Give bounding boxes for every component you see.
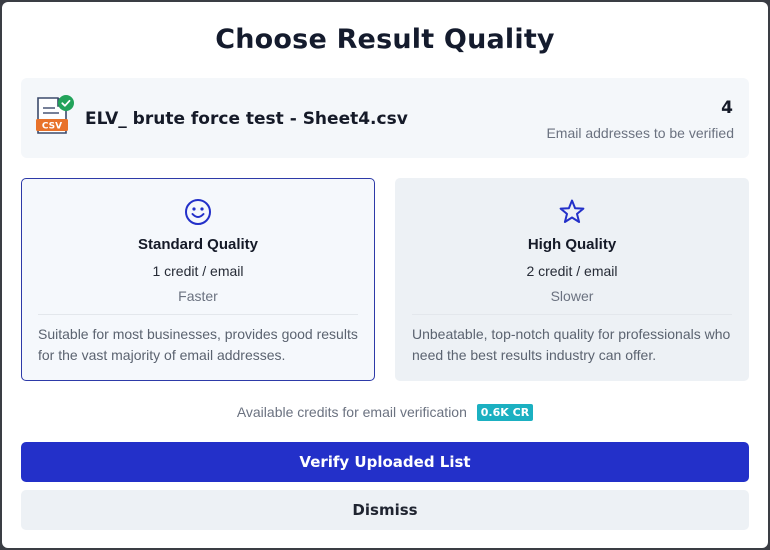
available-credits: Available credits for email verification…	[2, 404, 768, 421]
file-summary-card: CSV ELV_ brute force test - Sheet4.csv 4…	[21, 78, 749, 158]
standard-quality-option[interactable]: Standard Quality 1 credit / email Faster…	[21, 178, 375, 381]
csv-icon-label: CSV	[42, 122, 62, 132]
star-icon	[559, 199, 585, 223]
dismiss-button[interactable]: Dismiss	[21, 490, 749, 530]
option-description: Unbeatable, top-notch quality for profes…	[412, 326, 731, 363]
verify-uploaded-list-button[interactable]: Verify Uploaded List	[21, 442, 749, 482]
file-name: ELV_ brute force test - Sheet4.csv	[85, 109, 408, 129]
available-credits-label: Available credits for email verification	[236, 404, 467, 420]
csv-file-icon: CSV	[36, 95, 74, 134]
option-description: Suitable for most businesses, provides g…	[38, 326, 358, 363]
credit-badge: 0.6K CR	[476, 404, 534, 421]
option-divider	[412, 314, 732, 315]
email-count-label: Email addresses to be verified	[546, 125, 734, 141]
option-title: High Quality	[527, 236, 617, 253]
option-speed: Slower	[550, 288, 594, 304]
option-credit: 2 credit / email	[526, 263, 618, 279]
high-quality-option[interactable]: High Quality 2 credit / email Slower Unb…	[395, 178, 749, 381]
option-divider	[38, 314, 358, 315]
modal-title: Choose Result Quality	[215, 24, 555, 55]
option-speed: Faster	[178, 288, 218, 304]
option-title: Standard Quality	[137, 236, 259, 253]
quality-modal: Choose Result Quality CSV ELV_ brute for…	[2, 2, 768, 548]
email-count: 4	[721, 98, 733, 118]
check-circle-icon	[58, 95, 74, 111]
smiley-icon	[185, 199, 211, 225]
option-credit: 1 credit / email	[152, 263, 244, 279]
